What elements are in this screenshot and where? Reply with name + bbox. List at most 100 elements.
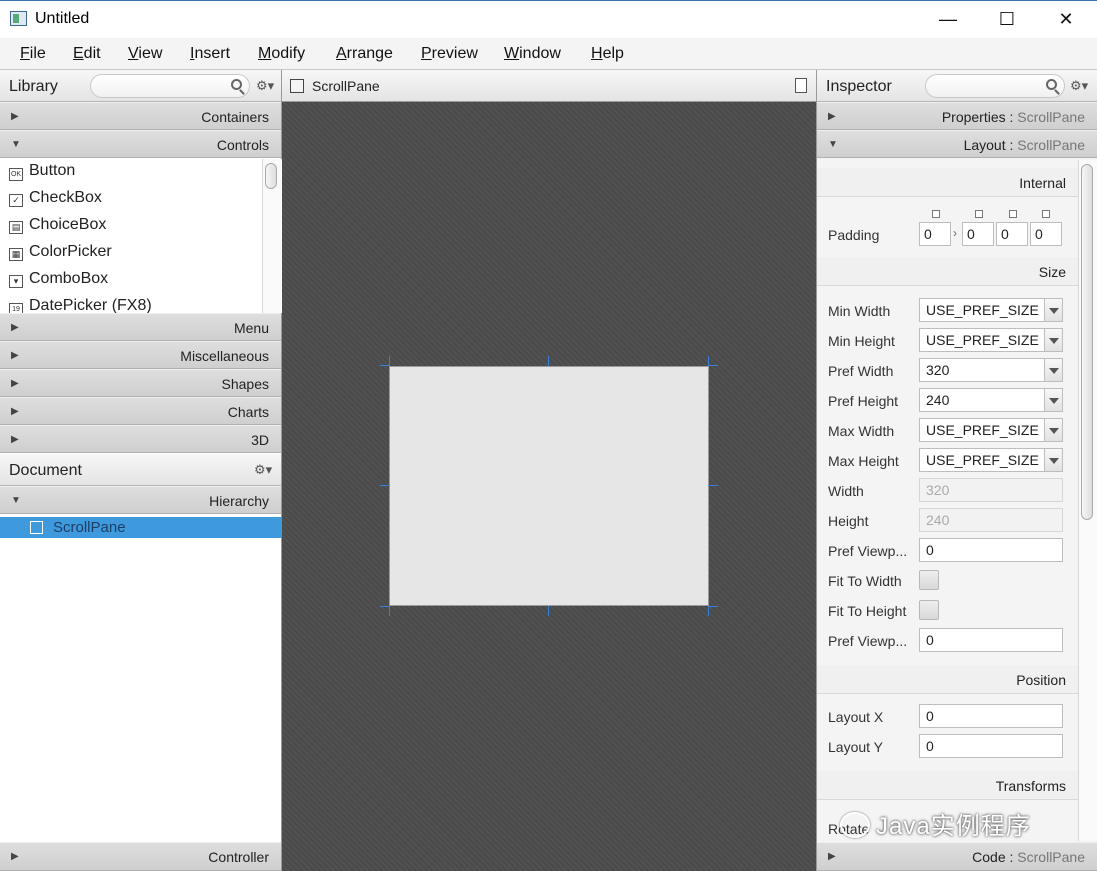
inspector-scrollbar[interactable] [1078, 160, 1097, 841]
section-containers[interactable]: ▶ Containers [0, 102, 281, 130]
dropdown-arrow-icon[interactable] [1044, 449, 1062, 471]
padding-left-field[interactable]: 0 [1030, 222, 1062, 246]
combo-value: USE_PREF_SIZE [926, 332, 1039, 348]
section-charts-label: Charts [227, 404, 269, 420]
library-gear-icon[interactable]: ⚙▾ [256, 78, 274, 94]
section-code[interactable]: ▶ Code : ScrollPane [817, 842, 1097, 871]
padding-top-field[interactable]: 0 [919, 222, 951, 246]
section-3d[interactable]: ▶ 3D [0, 425, 281, 453]
min-width-combo[interactable]: USE_PREF_SIZE [919, 298, 1063, 322]
collapsed-triangle-icon: ▶ [11, 350, 19, 361]
section-layout[interactable]: ▼ Layout : ScrollPane [817, 130, 1097, 158]
fit-to-height-label: Fit To Height [828, 603, 907, 619]
menu-preview[interactable]: Preview [421, 45, 478, 63]
section-menu[interactable]: ▶ Menu [0, 313, 281, 341]
library-scrollbar[interactable] [262, 159, 282, 313]
menu-insert[interactable]: Insert [190, 45, 230, 63]
max-height-combo[interactable]: USE_PREF_SIZE [919, 448, 1063, 472]
layout-target: ScrollPane [1017, 137, 1085, 153]
close-button[interactable]: ✕ [1037, 1, 1095, 39]
menu-file-label: ile [29, 45, 46, 62]
selection-handle[interactable] [708, 356, 709, 366]
menu-help[interactable]: Help [591, 45, 624, 63]
collapsed-triangle-icon: ▶ [828, 851, 836, 862]
selection-handle[interactable] [708, 606, 718, 607]
selection-handle[interactable] [548, 356, 549, 366]
dropdown-arrow-icon[interactable] [1044, 299, 1062, 321]
lib-item-label: ColorPicker [29, 243, 112, 260]
selection-handle[interactable] [548, 606, 549, 616]
inspector-scroll-thumb[interactable] [1081, 164, 1093, 520]
section-miscellaneous[interactable]: ▶ Miscellaneous [0, 341, 281, 369]
pref-viewport-width-field[interactable]: 0 [919, 538, 1063, 562]
menu-edit[interactable]: Edit [73, 45, 101, 63]
min-height-combo[interactable]: USE_PREF_SIZE [919, 328, 1063, 352]
lib-item-choicebox[interactable]: ▤ ChoiceBox [9, 216, 106, 240]
maximize-button[interactable]: ☐ [978, 1, 1036, 39]
section-shapes[interactable]: ▶ Shapes [0, 369, 281, 397]
lib-item-button[interactable]: OK Button [9, 162, 75, 186]
height-field: 240 [919, 508, 1063, 532]
layout-y-label: Layout Y [828, 739, 884, 755]
padding-right-field[interactable]: 0 [962, 222, 994, 246]
menu-view-label: iew [138, 45, 163, 62]
selection-handle[interactable] [708, 485, 718, 486]
section-properties-label: Properties : ScrollPane [942, 109, 1085, 125]
lib-item-datepicker[interactable]: 19 DatePicker (FX8) [9, 297, 152, 313]
checkbox-icon: ✓ [9, 194, 23, 207]
menu-window[interactable]: Window [504, 45, 561, 63]
layout-y-field[interactable]: 0 [919, 734, 1063, 758]
selection-handle[interactable] [708, 365, 718, 366]
menu-edit-mnemonic: E [73, 45, 84, 62]
fit-to-width-checkbox[interactable] [919, 570, 939, 590]
pref-viewport-width-label: Pref Viewp... [828, 543, 908, 559]
padding-bottom-field[interactable]: 0 [996, 222, 1028, 246]
dropdown-arrow-icon[interactable] [1044, 419, 1062, 441]
layout-x-field[interactable]: 0 [919, 704, 1063, 728]
pref-height-label: Pref Height [828, 393, 899, 409]
lib-item-combobox[interactable]: ▾ ComboBox [9, 270, 108, 294]
pref-height-combo[interactable]: 240 [919, 388, 1063, 412]
document-icon[interactable] [795, 78, 807, 93]
padding-bottom-icon [1009, 210, 1017, 218]
section-charts[interactable]: ▶ Charts [0, 397, 281, 425]
lib-item-label: DatePicker (FX8) [29, 297, 152, 313]
document-gear-icon[interactable]: ⚙▾ [254, 462, 272, 478]
selection-handle[interactable] [380, 485, 390, 486]
fit-to-height-checkbox[interactable] [919, 600, 939, 620]
width-field: 320 [919, 478, 1063, 502]
scrollpane-canvas[interactable] [389, 366, 709, 606]
section-code-label: Code : ScrollPane [972, 849, 1085, 865]
hierarchy-item-scrollpane[interactable]: ScrollPane [0, 517, 282, 538]
menu-view[interactable]: View [128, 45, 162, 63]
library-scroll-thumb[interactable] [265, 163, 277, 189]
dropdown-arrow-icon[interactable] [1044, 359, 1062, 381]
dropdown-arrow-icon[interactable] [1044, 389, 1062, 411]
section-miscellaneous-label: Miscellaneous [180, 348, 269, 364]
dropdown-arrow-icon[interactable] [1044, 329, 1062, 351]
section-properties[interactable]: ▶ Properties : ScrollPane [817, 102, 1097, 130]
menu-arrange[interactable]: Arrange [336, 45, 393, 63]
lib-item-colorpicker[interactable]: ▦ ColorPicker [9, 243, 112, 267]
selection-handle[interactable] [389, 606, 390, 616]
selection-handle[interactable] [389, 356, 390, 366]
section-controls[interactable]: ▼ Controls [0, 130, 281, 158]
app-icon [10, 11, 27, 26]
window-title: Untitled [35, 10, 90, 27]
section-controller[interactable]: ▶ Controller [0, 842, 281, 871]
menu-file[interactable]: File [20, 45, 46, 63]
pref-width-combo[interactable]: 320 [919, 358, 1063, 382]
menu-arrange-label: rrange [346, 45, 393, 62]
library-search-input[interactable] [90, 74, 250, 98]
combo-value: USE_PREF_SIZE [926, 452, 1039, 468]
inspector-gear-icon[interactable]: ⚙▾ [1070, 78, 1088, 94]
minimize-button[interactable]: — [919, 1, 977, 39]
min-height-label: Min Height [828, 333, 895, 349]
pref-viewport-height-field[interactable]: 0 [919, 628, 1063, 652]
section-hierarchy[interactable]: ▼ Hierarchy [0, 486, 281, 514]
menu-modify[interactable]: Modify [258, 45, 305, 63]
max-width-combo[interactable]: USE_PREF_SIZE [919, 418, 1063, 442]
lib-item-checkbox[interactable]: ✓ CheckBox [9, 189, 102, 213]
selection-handle[interactable] [708, 606, 709, 616]
inspector-search-input[interactable] [925, 74, 1065, 98]
